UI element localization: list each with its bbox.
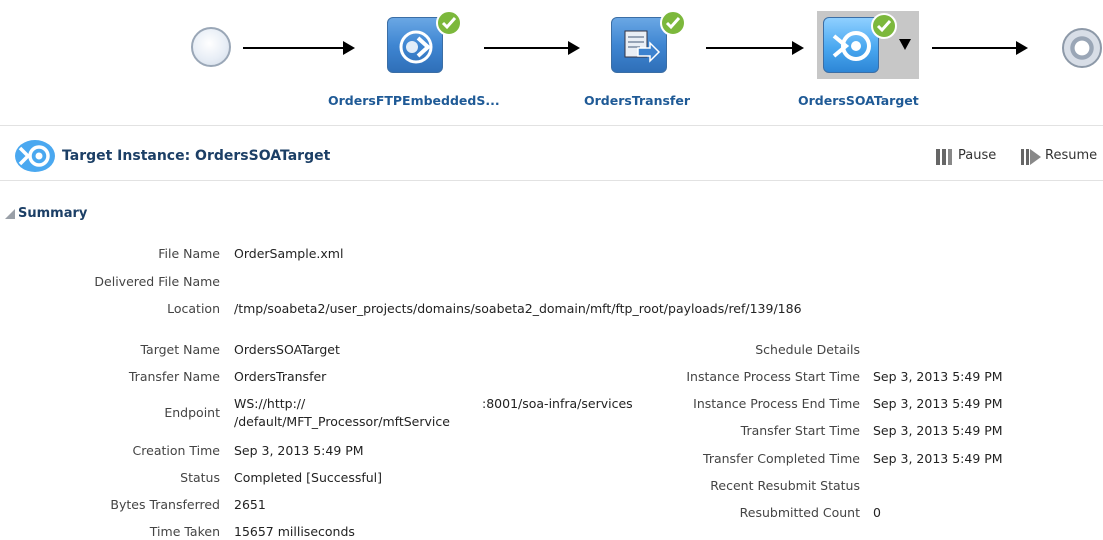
endpoint-value-part1: WS://http:// xyxy=(234,396,306,411)
arrow-head-icon xyxy=(568,41,580,55)
creation-time-value: Sep 3, 2013 5:49 PM xyxy=(234,443,364,458)
pause-icon[interactable] xyxy=(935,148,953,166)
field-label: Instance Process Start Time xyxy=(686,369,860,384)
end-node-icon xyxy=(1062,28,1102,68)
time-taken-value: 15657 milliseconds xyxy=(234,524,355,539)
summary-section-title[interactable]: Summary xyxy=(18,206,87,221)
field-label: Creation Time xyxy=(132,443,220,458)
field-label: Time Taken xyxy=(149,524,220,539)
location-value: /tmp/soabeta2/user_projects/domains/soab… xyxy=(234,301,802,316)
field-label: File Name xyxy=(158,246,220,261)
pause-button[interactable]: Pause xyxy=(958,148,996,163)
flow-arrow xyxy=(706,47,792,49)
field-label: Delivered File Name xyxy=(94,274,220,289)
field-label: Recent Resubmit Status xyxy=(710,478,860,493)
soa-target-icon xyxy=(15,140,55,172)
file-name-value: OrderSample.xml xyxy=(234,246,344,261)
flow-arrow xyxy=(243,47,343,49)
bytes-transferred-value: 2651 xyxy=(234,497,266,512)
field-label: Status xyxy=(180,470,220,485)
field-label: Bytes Transferred xyxy=(110,497,220,512)
endpoint-value-line2: /default/MFT_Processor/mftService xyxy=(234,414,450,429)
transfer-node[interactable] xyxy=(611,17,667,73)
field-label: Instance Process End Time xyxy=(693,396,860,411)
flow-node-label-soa-target[interactable]: OrdersSOATarget xyxy=(798,93,919,108)
field-label: Endpoint xyxy=(164,405,220,420)
divider xyxy=(0,125,1103,126)
endpoint-value-part2: :8001/soa-infra/services xyxy=(482,396,633,411)
flow-node-label-transfer[interactable]: OrdersTransfer xyxy=(584,93,690,108)
transfer-name-value: OrdersTransfer xyxy=(234,369,327,384)
flow-node-label-ftp[interactable]: OrdersFTPEmbeddedS... xyxy=(328,93,500,108)
page-title: Target Instance: OrdersSOATarget xyxy=(62,148,331,164)
node-menu-dropdown-icon[interactable] xyxy=(899,39,911,50)
instance-end-time-value: Sep 3, 2013 5:49 PM xyxy=(873,396,1003,411)
collapse-triangle-icon[interactable] xyxy=(4,208,16,220)
field-label: Resubmitted Count xyxy=(739,505,860,520)
transfer-start-time-value: Sep 3, 2013 5:49 PM xyxy=(873,423,1003,438)
ftp-source-node[interactable] xyxy=(387,17,443,73)
flow-arrow xyxy=(932,47,1016,49)
arrow-head-icon xyxy=(343,41,355,55)
resume-button[interactable]: Resume xyxy=(1045,148,1097,163)
field-label: Target Name xyxy=(140,342,220,357)
divider xyxy=(0,180,1103,181)
field-label: Location xyxy=(167,301,220,316)
field-label: Schedule Details xyxy=(755,342,860,357)
success-check-icon xyxy=(436,10,462,36)
arrow-head-icon xyxy=(792,41,804,55)
field-label: Transfer Name xyxy=(128,369,220,384)
target-name-value: OrdersSOATarget xyxy=(234,342,340,357)
success-check-icon xyxy=(660,10,686,36)
field-label: Transfer Start Time xyxy=(740,423,860,438)
resume-icon[interactable] xyxy=(1020,148,1042,166)
transfer-completed-time-value: Sep 3, 2013 5:49 PM xyxy=(873,451,1003,466)
field-label: Transfer Completed Time xyxy=(703,451,860,466)
flow-arrow xyxy=(484,47,568,49)
arrow-head-icon xyxy=(1016,41,1028,55)
resubmitted-count-value: 0 xyxy=(873,505,881,520)
start-node-icon xyxy=(191,27,231,67)
status-value: Completed [Successful] xyxy=(234,470,383,485)
instance-start-time-value: Sep 3, 2013 5:49 PM xyxy=(873,369,1003,384)
success-check-icon xyxy=(871,13,897,39)
